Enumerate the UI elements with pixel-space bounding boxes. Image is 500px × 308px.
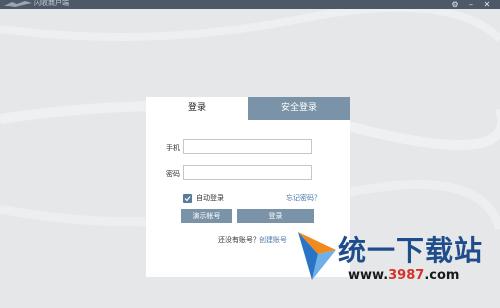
watermark-url: www.3987.com — [348, 268, 459, 283]
tab-secure-login[interactable]: 安全登录 — [248, 97, 350, 120]
tab-login[interactable]: 登录 — [146, 97, 248, 120]
minimize-icon[interactable]: – — [466, 0, 476, 9]
auto-login-checkbox[interactable] — [183, 194, 192, 203]
no-account-text: 还没有账号？ — [218, 236, 260, 244]
phone-input[interactable] — [183, 139, 312, 154]
checkmark-icon — [184, 196, 191, 202]
watermark-url-prefix: www. — [348, 268, 389, 283]
create-account-link[interactable]: 创建账号 — [259, 235, 287, 245]
window-titlebar: 闪收商户端 ⚙ – ✕ — [0, 0, 500, 9]
login-button[interactable]: 登录 — [237, 209, 314, 223]
close-icon[interactable]: ✕ — [482, 0, 492, 9]
password-input[interactable] — [183, 165, 312, 180]
watermark-url-domain: 3987 — [388, 268, 425, 283]
password-label: 密码 — [166, 170, 180, 178]
auto-login-label: 自动登录 — [196, 194, 224, 202]
watermark-title: 统一下载站 — [338, 234, 484, 267]
app-logo-icon — [4, 1, 32, 7]
forgot-password-link[interactable]: 忘记密码？ — [286, 193, 321, 204]
watermark-logo-icon — [298, 232, 336, 280]
gear-icon[interactable]: ⚙ — [450, 0, 460, 9]
watermark-url-suffix: .com — [424, 268, 460, 283]
demo-account-button[interactable]: 演示帐号 — [181, 209, 232, 223]
phone-label: 手机 — [166, 144, 180, 152]
window-title: 闪收商户端 — [34, 0, 69, 7]
